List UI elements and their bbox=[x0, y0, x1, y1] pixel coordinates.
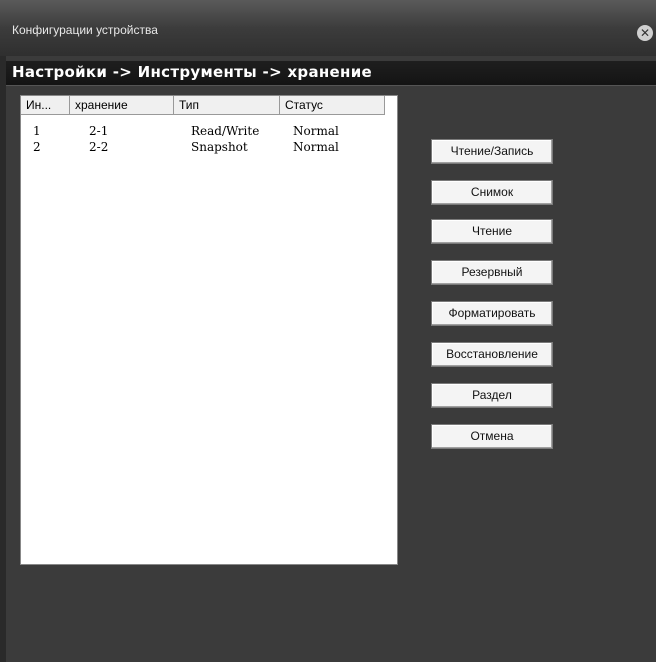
read-write-button[interactable]: Чтение/Запись bbox=[431, 139, 553, 164]
restore-button[interactable]: Восстановление bbox=[431, 342, 553, 367]
column-header-index[interactable]: Ин... bbox=[21, 96, 70, 115]
column-header-status[interactable]: Статус bbox=[280, 96, 385, 115]
cell-index: 1 bbox=[33, 124, 41, 138]
column-header-storage[interactable]: хранение bbox=[70, 96, 174, 115]
cell-index: 2 bbox=[33, 140, 41, 154]
cell-type: Snapshot bbox=[191, 140, 248, 154]
backup-button[interactable]: Резервный bbox=[431, 260, 553, 285]
list-header: Ин... хранение Тип Статус bbox=[21, 96, 397, 116]
storage-list[interactable]: Ин... хранение Тип Статус 1 2-1 Read/Wri… bbox=[20, 95, 398, 565]
snapshot-button[interactable]: Снимок bbox=[431, 180, 553, 205]
table-row[interactable]: 2 2-2 Snapshot Normal bbox=[21, 140, 397, 156]
column-header-type[interactable]: Тип bbox=[174, 96, 280, 115]
read-button[interactable]: Чтение bbox=[431, 219, 553, 244]
partition-button[interactable]: Раздел bbox=[431, 383, 553, 408]
cell-storage: 2-1 bbox=[89, 124, 109, 138]
window-title: Конфигурации устройства bbox=[12, 23, 158, 37]
title-bar: Конфигурации устройства ✕ bbox=[0, 0, 656, 56]
breadcrumb: Настройки -> Инструменты -> хранение bbox=[12, 63, 372, 81]
cancel-button[interactable]: Отмена bbox=[431, 424, 553, 449]
table-row[interactable]: 1 2-1 Read/Write Normal bbox=[21, 124, 397, 140]
format-button[interactable]: Форматировать bbox=[431, 301, 553, 326]
cell-status: Normal bbox=[293, 140, 339, 154]
cell-storage: 2-2 bbox=[89, 140, 109, 154]
cell-type: Read/Write bbox=[191, 124, 260, 138]
close-icon[interactable]: ✕ bbox=[637, 25, 653, 41]
cell-status: Normal bbox=[293, 124, 339, 138]
